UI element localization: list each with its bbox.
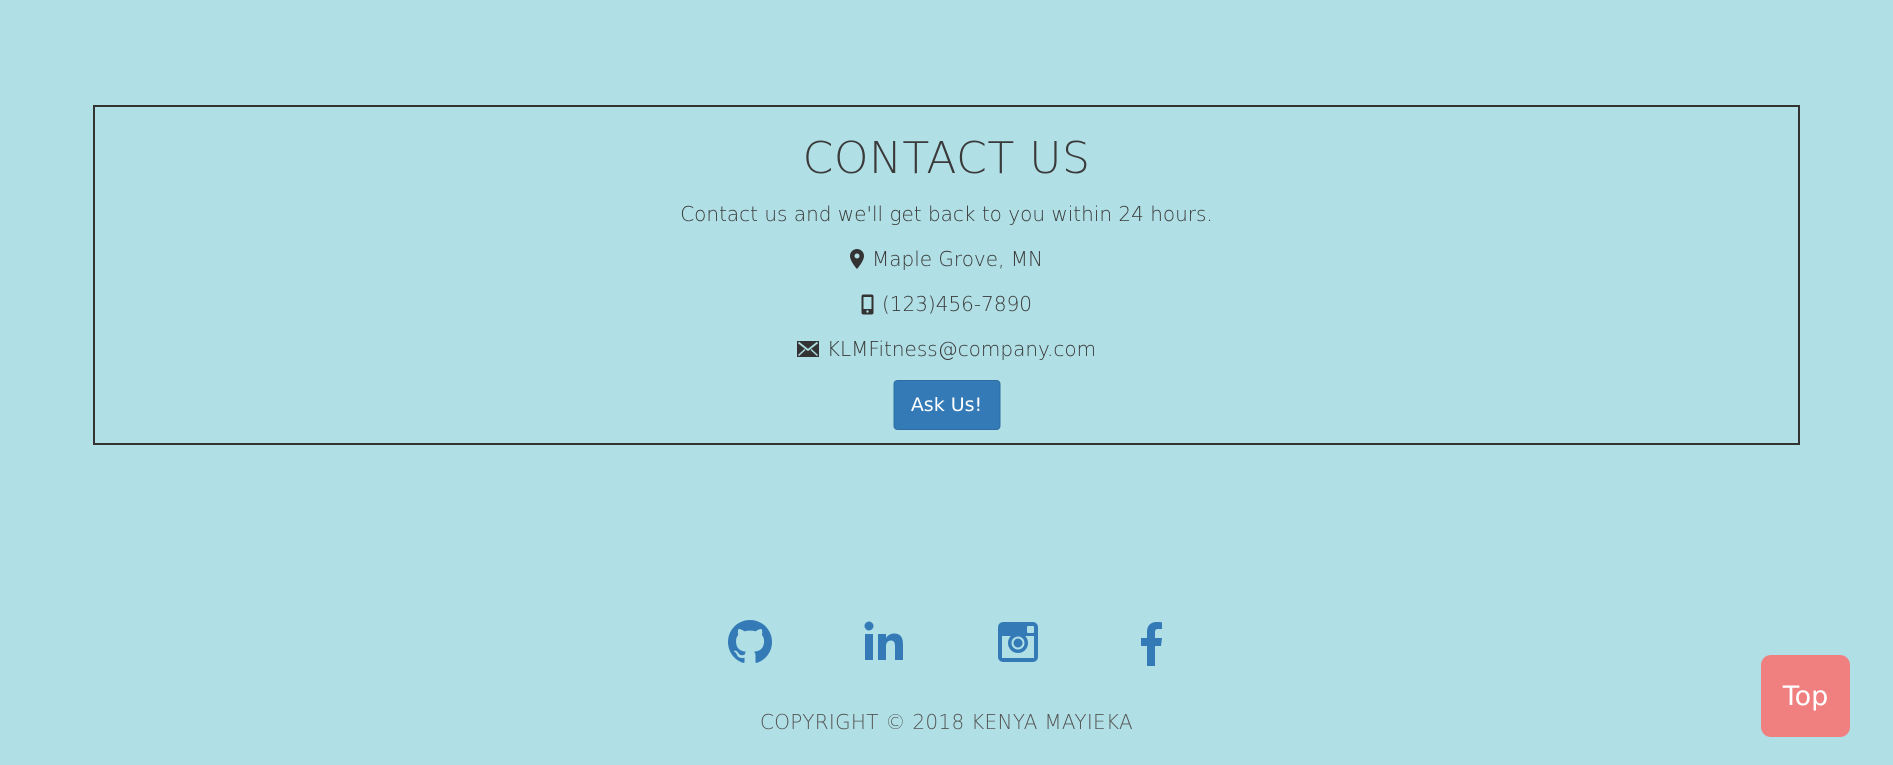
map-marker-icon	[849, 249, 864, 269]
github-icon	[728, 620, 772, 664]
contact-location: Maple Grove, MN	[95, 247, 1798, 271]
contact-phone: (123)456-7890	[95, 292, 1798, 316]
contact-section: CONTACT US Contact us and we'll get back…	[93, 105, 1800, 445]
social-links	[0, 620, 1893, 670]
github-link[interactable]	[728, 620, 772, 668]
contact-title: CONTACT US	[802, 133, 1091, 184]
contact-subtitle: Contact us and we'll get back to you wit…	[680, 202, 1213, 226]
copyright-text: COPYRIGHT © 2018 KENYA MAYIEKA	[759, 710, 1134, 734]
contact-phone-text: (123)456-7890	[881, 292, 1033, 316]
instagram-link[interactable]	[996, 620, 1040, 668]
facebook-icon	[1130, 620, 1174, 668]
back-to-top-button[interactable]: Top	[1761, 655, 1850, 737]
contact-location-text: Maple Grove, MN	[871, 247, 1043, 271]
contact-email: KLMFitness@company.com	[95, 337, 1798, 361]
linkedin-icon	[862, 620, 906, 664]
ask-us-button[interactable]: Ask Us!	[893, 380, 1000, 430]
phone-icon	[861, 294, 874, 315]
contact-email-text: KLMFitness@company.com	[826, 337, 1097, 361]
instagram-icon	[996, 620, 1040, 664]
linkedin-link[interactable]	[862, 620, 906, 668]
facebook-link[interactable]	[1130, 620, 1174, 668]
envelope-icon	[796, 341, 819, 357]
